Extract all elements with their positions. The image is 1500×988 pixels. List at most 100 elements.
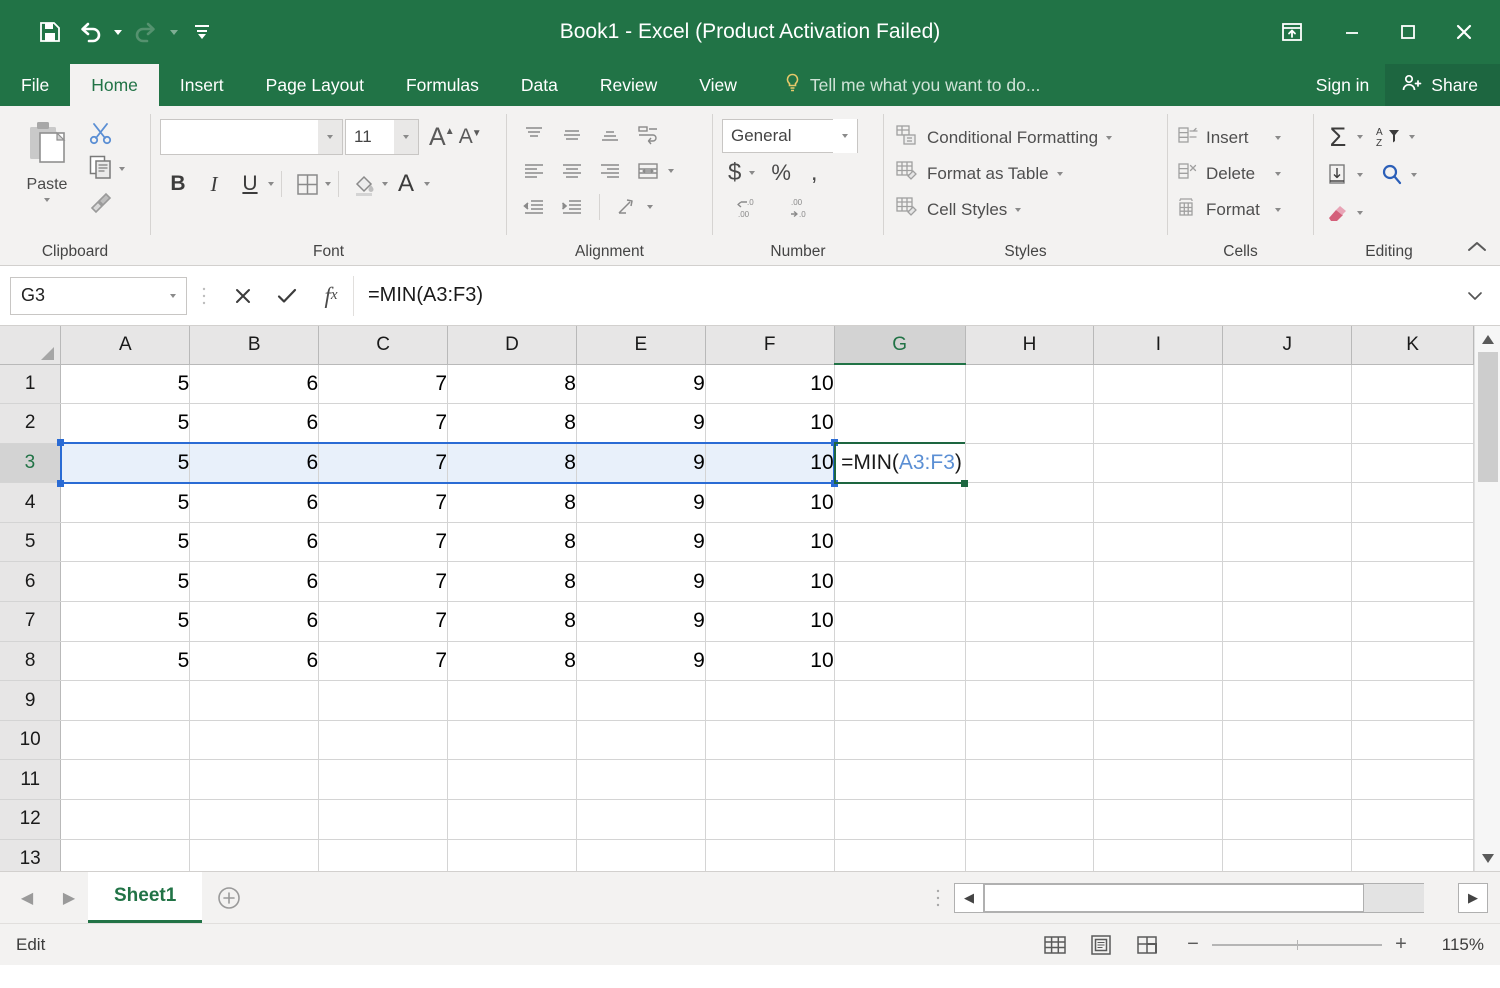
cell-D9[interactable] [448, 681, 577, 721]
cell-H6[interactable] [965, 562, 1094, 602]
cell-D7[interactable]: 8 [448, 602, 577, 642]
decrease-decimal-button[interactable]: .00 .0 [776, 193, 818, 225]
tab-formulas[interactable]: Formulas [385, 64, 500, 106]
cell-C3[interactable]: 7 [319, 443, 448, 483]
cell-E11[interactable] [576, 760, 705, 800]
cell-C10[interactable] [319, 720, 448, 760]
merge-center-button[interactable] [630, 155, 666, 187]
autosum-dropdown-icon[interactable] [1357, 135, 1363, 139]
cell-H3[interactable] [965, 443, 1094, 483]
tab-insert[interactable]: Insert [159, 64, 245, 106]
cell-G13[interactable] [834, 839, 965, 871]
scroll-left-icon[interactable]: ◀ [954, 883, 984, 913]
cell-C5[interactable]: 7 [319, 522, 448, 562]
cell-F10[interactable] [705, 720, 834, 760]
redo-icon[interactable] [126, 12, 166, 52]
horizontal-scroll-track[interactable] [984, 883, 1424, 913]
tell-me-search[interactable]: Tell me what you want to do... [784, 64, 1041, 106]
cell-E4[interactable]: 9 [576, 483, 705, 523]
cell-C4[interactable]: 7 [319, 483, 448, 523]
column-header-j[interactable]: J [1223, 326, 1352, 364]
cell-E6[interactable]: 9 [576, 562, 705, 602]
column-header-a[interactable]: A [61, 326, 190, 364]
cell-J11[interactable] [1223, 760, 1352, 800]
cell-J4[interactable] [1223, 483, 1352, 523]
cell-C13[interactable] [319, 839, 448, 871]
grid-area[interactable]: A B C D E F G H I J K 156789102567891035… [0, 326, 1474, 871]
increase-indent-button[interactable] [554, 191, 590, 223]
number-format-combobox[interactable]: General [722, 119, 858, 153]
row-header-3[interactable]: 3 [0, 443, 61, 483]
cell-J9[interactable] [1223, 681, 1352, 721]
middle-align-button[interactable] [554, 119, 590, 151]
format-cells-dropdown-icon[interactable] [1275, 208, 1281, 212]
number-format-dropdown-icon[interactable] [833, 119, 857, 153]
align-left-button[interactable] [516, 155, 552, 187]
cell-C9[interactable] [319, 681, 448, 721]
autosum-button[interactable]: Σ [1323, 121, 1353, 153]
cell-E1[interactable]: 9 [576, 364, 705, 404]
cell-K7[interactable] [1352, 602, 1474, 642]
cell-A1[interactable]: 5 [61, 364, 190, 404]
undo-dropdown-icon[interactable] [110, 12, 126, 52]
cut-button[interactable] [88, 121, 125, 149]
cell-B7[interactable]: 6 [190, 602, 319, 642]
cell-E5[interactable]: 9 [576, 522, 705, 562]
cell-D4[interactable]: 8 [448, 483, 577, 523]
normal-view-icon[interactable] [1032, 929, 1078, 961]
align-right-button[interactable] [592, 155, 628, 187]
cell-E10[interactable] [576, 720, 705, 760]
cell-J13[interactable] [1223, 839, 1352, 871]
cell-H2[interactable] [965, 404, 1094, 444]
insert-cells-dropdown-icon[interactable] [1275, 136, 1281, 140]
tab-data[interactable]: Data [500, 64, 579, 106]
tab-home[interactable]: Home [70, 64, 159, 106]
collapse-ribbon-icon[interactable] [1466, 240, 1488, 259]
cell-C2[interactable]: 7 [319, 404, 448, 444]
cell-D12[interactable] [448, 800, 577, 840]
bottom-align-button[interactable] [592, 119, 628, 151]
row-header-9[interactable]: 9 [0, 681, 61, 721]
tab-review[interactable]: Review [579, 64, 678, 106]
zoom-control[interactable]: − + 115% [1184, 933, 1484, 956]
cell-H1[interactable] [965, 364, 1094, 404]
increase-decimal-button[interactable]: .0 .00 [724, 193, 766, 225]
cell-H9[interactable] [965, 681, 1094, 721]
sheet-tab-sheet1[interactable]: Sheet1 [88, 872, 202, 923]
cell-E2[interactable]: 9 [576, 404, 705, 444]
column-header-b[interactable]: B [190, 326, 319, 364]
cell-styles-button[interactable]: Cell Styles [893, 193, 1112, 226]
vertical-scroll-thumb[interactable] [1478, 352, 1498, 482]
cell-E13[interactable] [576, 839, 705, 871]
cell-A4[interactable]: 5 [61, 483, 190, 523]
zoom-out-button[interactable]: − [1184, 933, 1202, 956]
cell-B9[interactable] [190, 681, 319, 721]
cell-I11[interactable] [1094, 760, 1223, 800]
row-header-10[interactable]: 10 [0, 720, 61, 760]
cell-A9[interactable] [61, 681, 190, 721]
share-button[interactable]: Share [1385, 64, 1500, 106]
cell-F12[interactable] [705, 800, 834, 840]
cell-E7[interactable]: 9 [576, 602, 705, 642]
cell-G2[interactable] [834, 404, 965, 444]
cell-D5[interactable]: 8 [448, 522, 577, 562]
cell-A3[interactable]: 5 [61, 443, 190, 483]
cell-F11[interactable] [705, 760, 834, 800]
cell-H8[interactable] [965, 641, 1094, 681]
cell-G4[interactable] [834, 483, 965, 523]
cell-I13[interactable] [1094, 839, 1223, 871]
customize-qat-icon[interactable] [182, 12, 222, 52]
paste-button[interactable]: Paste [10, 113, 84, 202]
cell-H10[interactable] [965, 720, 1094, 760]
insert-function-icon[interactable]: fx [309, 276, 353, 316]
add-sheet-icon[interactable] [202, 872, 256, 923]
cell-G10[interactable] [834, 720, 965, 760]
tab-view[interactable]: View [678, 64, 758, 106]
scroll-right-icon[interactable]: ▶ [1458, 883, 1488, 913]
cell-I6[interactable] [1094, 562, 1223, 602]
select-all-corner[interactable] [0, 326, 61, 364]
cell-H7[interactable] [965, 602, 1094, 642]
horizontal-scroll-thumb[interactable] [984, 884, 1364, 912]
format-as-table-dropdown-icon[interactable] [1057, 172, 1063, 176]
cell-F7[interactable]: 10 [705, 602, 834, 642]
